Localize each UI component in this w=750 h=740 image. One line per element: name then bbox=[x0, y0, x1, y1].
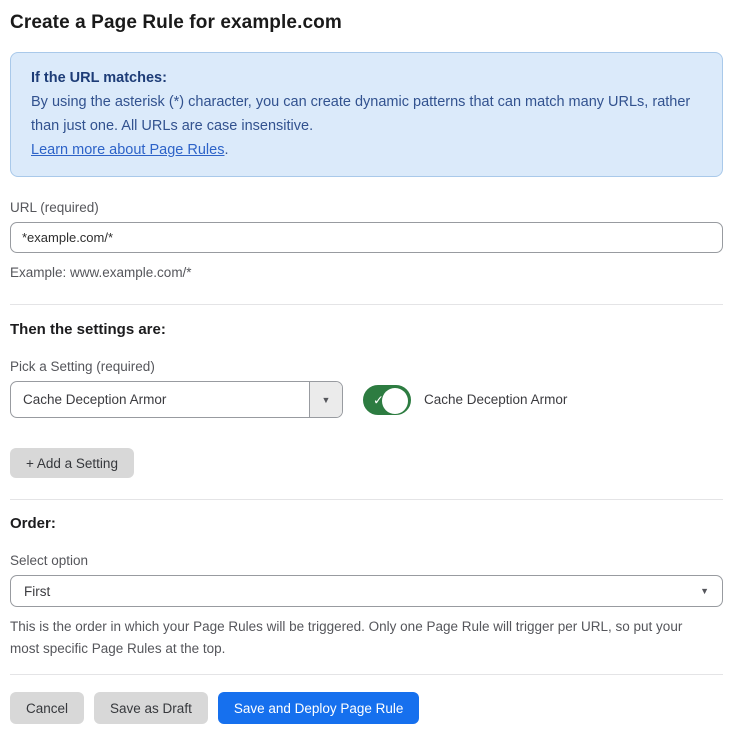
info-box-link-row: Learn more about Page Rules. bbox=[31, 138, 702, 162]
add-setting-button[interactable]: + Add a Setting bbox=[10, 448, 134, 478]
order-helper-text: This is the order in which your Page Rul… bbox=[10, 616, 710, 660]
save-as-draft-button[interactable]: Save as Draft bbox=[94, 692, 208, 724]
section-divider bbox=[10, 304, 723, 305]
page-title: Create a Page Rule for example.com bbox=[10, 12, 723, 34]
url-field: URL (required) Example: www.example.com/… bbox=[10, 200, 723, 284]
section-divider bbox=[10, 499, 723, 500]
link-suffix: . bbox=[224, 142, 228, 158]
info-box-body: By using the asterisk (*) character, you… bbox=[31, 90, 702, 138]
footer-actions: Cancel Save as Draft Save and Deploy Pag… bbox=[10, 692, 723, 724]
url-example-helper: Example: www.example.com/* bbox=[10, 262, 723, 284]
setting-select-arrow-button[interactable]: ▼ bbox=[309, 382, 342, 417]
create-page-rule-form: Create a Page Rule for example.com If th… bbox=[0, 0, 750, 740]
setting-select-value: Cache Deception Armor bbox=[11, 382, 309, 417]
url-match-info-box: If the URL matches: By using the asteris… bbox=[10, 52, 723, 177]
learn-more-link[interactable]: Learn more about Page Rules bbox=[31, 142, 224, 158]
select-option-label: Select option bbox=[10, 553, 723, 568]
order-select[interactable]: First ▼ bbox=[10, 575, 723, 607]
setting-select[interactable]: Cache Deception Armor ▼ bbox=[10, 381, 343, 418]
order-section-heading: Order: bbox=[10, 515, 723, 532]
cancel-button[interactable]: Cancel bbox=[10, 692, 84, 724]
url-input[interactable] bbox=[10, 222, 723, 253]
toggle-knob bbox=[382, 388, 408, 414]
section-divider bbox=[10, 674, 723, 675]
toggle-label: Cache Deception Armor bbox=[424, 392, 567, 407]
save-and-deploy-button[interactable]: Save and Deploy Page Rule bbox=[218, 692, 420, 724]
cache-deception-armor-toggle[interactable]: ✓ bbox=[363, 385, 411, 415]
settings-section-heading: Then the settings are: bbox=[10, 321, 723, 338]
info-box-heading: If the URL matches: bbox=[31, 66, 702, 90]
order-select-value: First bbox=[24, 584, 50, 599]
setting-row: Cache Deception Armor ▼ ✓ Cache Deceptio… bbox=[10, 381, 723, 418]
pick-setting-label: Pick a Setting (required) bbox=[10, 359, 723, 374]
url-label: URL (required) bbox=[10, 200, 723, 215]
chevron-down-icon: ▼ bbox=[700, 586, 709, 596]
chevron-down-icon: ▼ bbox=[322, 395, 331, 405]
